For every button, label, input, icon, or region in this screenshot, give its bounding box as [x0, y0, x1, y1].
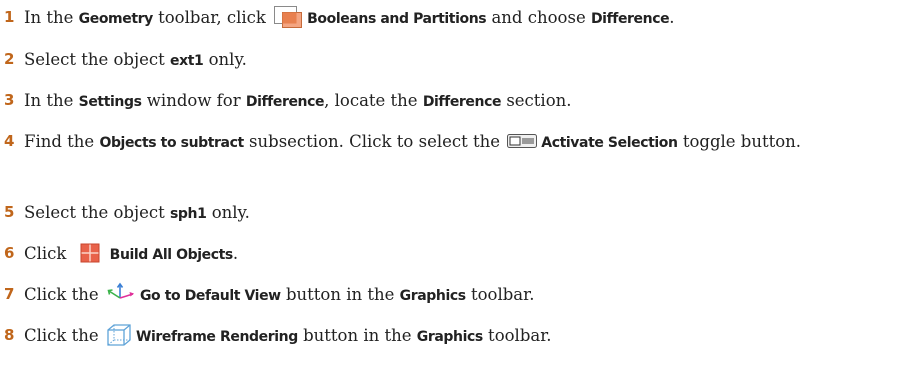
wireframe-rendering-label: Wireframe Rendering: [135, 329, 298, 345]
difference-label: Difference: [245, 94, 325, 110]
difference-label: Difference: [590, 11, 670, 27]
objects-to-subtract-label: Objects to subtract: [99, 135, 244, 151]
wireframe-rendering-icon: [106, 323, 132, 347]
activate-selection-label: Activate Selection: [541, 135, 678, 151]
step-text: window for: [141, 91, 246, 110]
step-text: subsection. Click to select the: [243, 132, 506, 151]
step-text: only.: [203, 50, 247, 69]
step-4: 4 Find the Objects to subtract subsectio…: [0, 127, 905, 158]
booleans-partitions-label: Booleans and Partitions: [307, 11, 487, 27]
step-number: 1: [4, 8, 15, 26]
step-text: button in the: [280, 285, 400, 304]
step-number: 4: [4, 132, 15, 150]
step-text: button in the: [297, 326, 417, 345]
step-number: 7: [4, 285, 15, 303]
step-text: In the: [24, 8, 79, 27]
step-text: toolbar, click: [152, 8, 272, 27]
step-text: In the: [24, 91, 79, 110]
step-text: only.: [206, 203, 250, 222]
step-text: Click: [24, 244, 72, 263]
step-text: section.: [501, 91, 572, 110]
step-number: 2: [4, 50, 15, 68]
step-number: 3: [4, 91, 15, 109]
difference-section-label: Difference: [422, 94, 502, 110]
graphics-toolbar-label: Graphics: [416, 329, 483, 345]
default-view-axes-icon: [106, 282, 136, 306]
object-sph1-label: sph1: [170, 206, 207, 222]
step-1: 1 In the Geometry toolbar, click Boolean…: [0, 3, 905, 34]
booleans-partitions-icon: [273, 5, 303, 29]
step-7: 7 Click the Go to Default View button in…: [0, 280, 905, 311]
build-all-objects-label: Build All Objects: [109, 247, 234, 263]
step-5: 5 Select the object sph1 only.: [0, 198, 905, 229]
geometry-toolbar-label: Geometry: [78, 11, 154, 27]
step-8: 8 Click the Wireframe Rendering button i…: [0, 321, 905, 352]
step-3: 3 In the Settings window for Difference,…: [0, 86, 905, 117]
graphics-toolbar-label: Graphics: [399, 288, 466, 304]
step-text: toggle button.: [677, 132, 802, 151]
build-all-objects-icon: [80, 243, 100, 263]
object-ext1-label: ext1: [170, 53, 204, 69]
step-2: 2 Select the object ext1 only.: [0, 45, 905, 76]
step-text: and choose: [486, 8, 591, 27]
step-number: 6: [4, 244, 15, 262]
activate-selection-toggle-icon: [507, 133, 538, 149]
step-text: , locate the: [324, 91, 423, 110]
step-6: 6 Click Build All Objects.: [0, 239, 905, 270]
step-text: .: [669, 8, 675, 27]
step-text: Select the object: [24, 203, 170, 222]
step-text: toolbar.: [482, 326, 552, 345]
step-text: Click the: [24, 326, 104, 345]
step-text: Click the: [24, 285, 104, 304]
step-text: toolbar.: [465, 285, 535, 304]
go-to-default-view-label: Go to Default View: [139, 288, 281, 304]
step-number: 5: [4, 203, 15, 221]
step-text: .: [232, 244, 239, 263]
settings-window-label: Settings: [78, 94, 142, 110]
step-text: Find the: [24, 132, 100, 151]
step-number: 8: [4, 326, 15, 344]
step-text: Select the object: [24, 50, 170, 69]
